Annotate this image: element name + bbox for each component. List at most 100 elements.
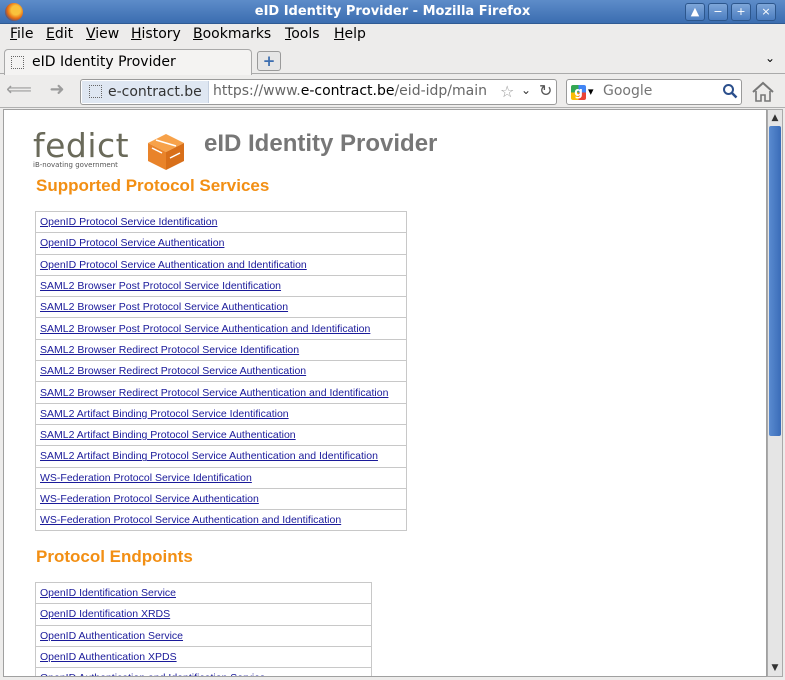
protocol-link[interactable]: SAML2 Browser Redirect Protocol Service … (40, 344, 299, 356)
table-row: OpenID Protocol Service Authentication a… (35, 253, 407, 276)
protocol-link[interactable]: OpenID Authentication Service (40, 630, 183, 642)
browser-window: eID Identity Provider - Mozilla Firefox … (0, 0, 785, 680)
google-icon[interactable]: g (571, 85, 586, 100)
logo-wordmark: fedict (33, 126, 130, 165)
maximize-button[interactable]: + (731, 3, 751, 21)
title-bar: eID Identity Provider - Mozilla Firefox … (0, 0, 785, 24)
table-cell: SAML2 Artifact Binding Protocol Service … (35, 423, 407, 447)
bookmark-star-icon[interactable]: ☆ (500, 82, 514, 101)
table-row: OpenID Identification Service (35, 581, 372, 605)
search-engine-dropdown-icon[interactable]: ▾ (588, 85, 594, 98)
table-row: OpenID Identification XRDS (35, 603, 372, 626)
protocol-link[interactable]: SAML2 Browser Post Protocol Service Auth… (40, 301, 288, 313)
scroll-up-button[interactable]: ▲ (768, 111, 782, 125)
url-prefix: https://www. (213, 83, 301, 99)
protocol-link[interactable]: OpenID Authentication and Identification… (40, 672, 265, 676)
table-row: OpenID Authentication XPDS (35, 645, 372, 669)
navigation-bar: ⟸ ➜ e-contract.be https://www.e-contract… (0, 75, 785, 108)
table-row: WS-Federation Protocol Service Authentic… (35, 509, 407, 532)
table-row: SAML2 Browser Redirect Protocol Service … (35, 338, 407, 362)
table-row: SAML2 Browser Post Protocol Service Iden… (35, 274, 407, 298)
table-row: SAML2 Browser Redirect Protocol Service … (35, 360, 407, 383)
home-icon[interactable] (750, 80, 776, 104)
tab-eid-identity-provider[interactable]: eID Identity Provider (4, 49, 252, 75)
window-title: eID Identity Provider - Mozilla Firefox (254, 4, 531, 19)
table-cell: SAML2 Browser Post Protocol Service Auth… (35, 317, 407, 340)
table-row: SAML2 Artifact Binding Protocol Service … (35, 445, 407, 468)
protocol-link[interactable]: SAML2 Browser Redirect Protocol Service … (40, 387, 388, 399)
protocol-link[interactable]: SAML2 Browser Post Protocol Service Iden… (40, 280, 281, 292)
table-row: OpenID Authentication Service (35, 624, 372, 647)
section-heading-endpoints: Protocol Endpoints (36, 547, 193, 566)
table-cell: OpenID Authentication and Identification… (35, 667, 372, 676)
table-cell: SAML2 Browser Redirect Protocol Service … (35, 360, 407, 383)
menu-view[interactable]: View (86, 26, 119, 42)
tab-strip: eID Identity Provider + ⌄ (0, 46, 785, 75)
menu-edit[interactable]: Edit (46, 26, 73, 42)
table-row: SAML2 Browser Post Protocol Service Auth… (35, 296, 407, 319)
table-row: SAML2 Artifact Binding Protocol Service … (35, 423, 407, 447)
table-cell: OpenID Authentication Service (35, 624, 372, 647)
identity-label: e-contract.be (108, 84, 202, 100)
back-button[interactable]: ⟸ (6, 81, 32, 101)
protocol-link[interactable]: OpenID Identification XRDS (40, 608, 170, 620)
shade-button[interactable]: ▲ (685, 3, 705, 21)
scroll-down-button[interactable]: ▼ (768, 661, 782, 675)
tab-list-chevron-icon[interactable]: ⌄ (765, 51, 775, 65)
menu-help[interactable]: Help (334, 26, 366, 42)
table-cell: OpenID Identification XRDS (35, 603, 372, 626)
table-cell: WS-Federation Protocol Service Identific… (35, 466, 407, 489)
site-identity-button[interactable]: e-contract.be (82, 81, 209, 103)
page-icon (11, 56, 24, 69)
minimize-button[interactable]: − (708, 3, 728, 21)
new-tab-button[interactable]: + (257, 51, 281, 71)
protocol-link[interactable]: WS-Federation Protocol Service Authentic… (40, 514, 341, 526)
magnifier-icon[interactable] (722, 83, 738, 99)
menu-file[interactable]: File (10, 26, 33, 42)
protocol-link[interactable]: WS-Federation Protocol Service Authentic… (40, 493, 259, 505)
url-text[interactable]: https://www.e-contract.be/eid-idp/main (213, 83, 487, 99)
history-dropdown-icon[interactable]: ⌄ (521, 83, 531, 97)
table-cell: OpenID Identification Service (35, 581, 372, 605)
table-row: SAML2 Browser Redirect Protocol Service … (35, 381, 407, 404)
vertical-scrollbar[interactable]: ▲ ▼ (767, 109, 783, 677)
close-button[interactable]: × (756, 3, 776, 21)
table-cell: OpenID Protocol Service Authentication a… (35, 253, 407, 276)
reload-icon[interactable]: ↻ (539, 81, 552, 100)
menu-history[interactable]: History (131, 26, 181, 42)
forward-button[interactable]: ➜ (44, 81, 70, 101)
table-cell: OpenID Protocol Service Authentication (35, 232, 407, 255)
tab-title: eID Identity Provider (32, 54, 176, 70)
protocol-link[interactable]: OpenID Protocol Service Identification (40, 216, 217, 228)
menu-bar: File Edit View History Bookmarks Tools H… (0, 24, 785, 46)
table-row: WS-Federation Protocol Service Authentic… (35, 487, 407, 511)
table-cell: SAML2 Browser Post Protocol Service Auth… (35, 296, 407, 319)
table-cell: WS-Federation Protocol Service Authentic… (35, 509, 407, 532)
search-input[interactable] (603, 83, 715, 99)
search-bar[interactable]: g ▾ (566, 79, 742, 105)
menu-bookmarks[interactable]: Bookmarks (193, 26, 271, 42)
protocol-link[interactable]: OpenID Authentication XPDS (40, 651, 177, 663)
protocol-link[interactable]: WS-Federation Protocol Service Identific… (40, 472, 252, 484)
protocol-link[interactable]: SAML2 Artifact Binding Protocol Service … (40, 408, 289, 420)
protocol-link[interactable]: SAML2 Browser Post Protocol Service Auth… (40, 323, 370, 335)
url-host: e-contract.be (300, 83, 395, 99)
table-cell: SAML2 Browser Redirect Protocol Service … (35, 381, 407, 404)
protocol-link[interactable]: OpenID Protocol Service Authentication a… (40, 259, 307, 271)
table-row: OpenID Protocol Service Authentication (35, 232, 407, 255)
protocol-link[interactable]: SAML2 Browser Redirect Protocol Service … (40, 365, 306, 377)
endpoints-table: OpenID Identification Service OpenID Iden… (35, 581, 372, 676)
table-cell: OpenID Authentication XPDS (35, 645, 372, 669)
url-path: /eid-idp/main (394, 83, 487, 99)
table-row: WS-Federation Protocol Service Identific… (35, 466, 407, 489)
table-cell: WS-Federation Protocol Service Authentic… (35, 487, 407, 511)
menu-tools[interactable]: Tools (285, 26, 320, 42)
protocol-link[interactable]: OpenID Identification Service (40, 587, 176, 599)
url-bar[interactable]: e-contract.be https://www.e-contract.be/… (80, 79, 557, 105)
protocol-link[interactable]: SAML2 Artifact Binding Protocol Service … (40, 450, 378, 462)
protocol-link[interactable]: SAML2 Artifact Binding Protocol Service … (40, 429, 296, 441)
table-row: OpenID Authentication and Identification… (35, 667, 372, 676)
protocol-link[interactable]: OpenID Protocol Service Authentication (40, 237, 224, 249)
scroll-thumb[interactable] (769, 126, 781, 436)
table-row: SAML2 Artifact Binding Protocol Service … (35, 402, 407, 425)
